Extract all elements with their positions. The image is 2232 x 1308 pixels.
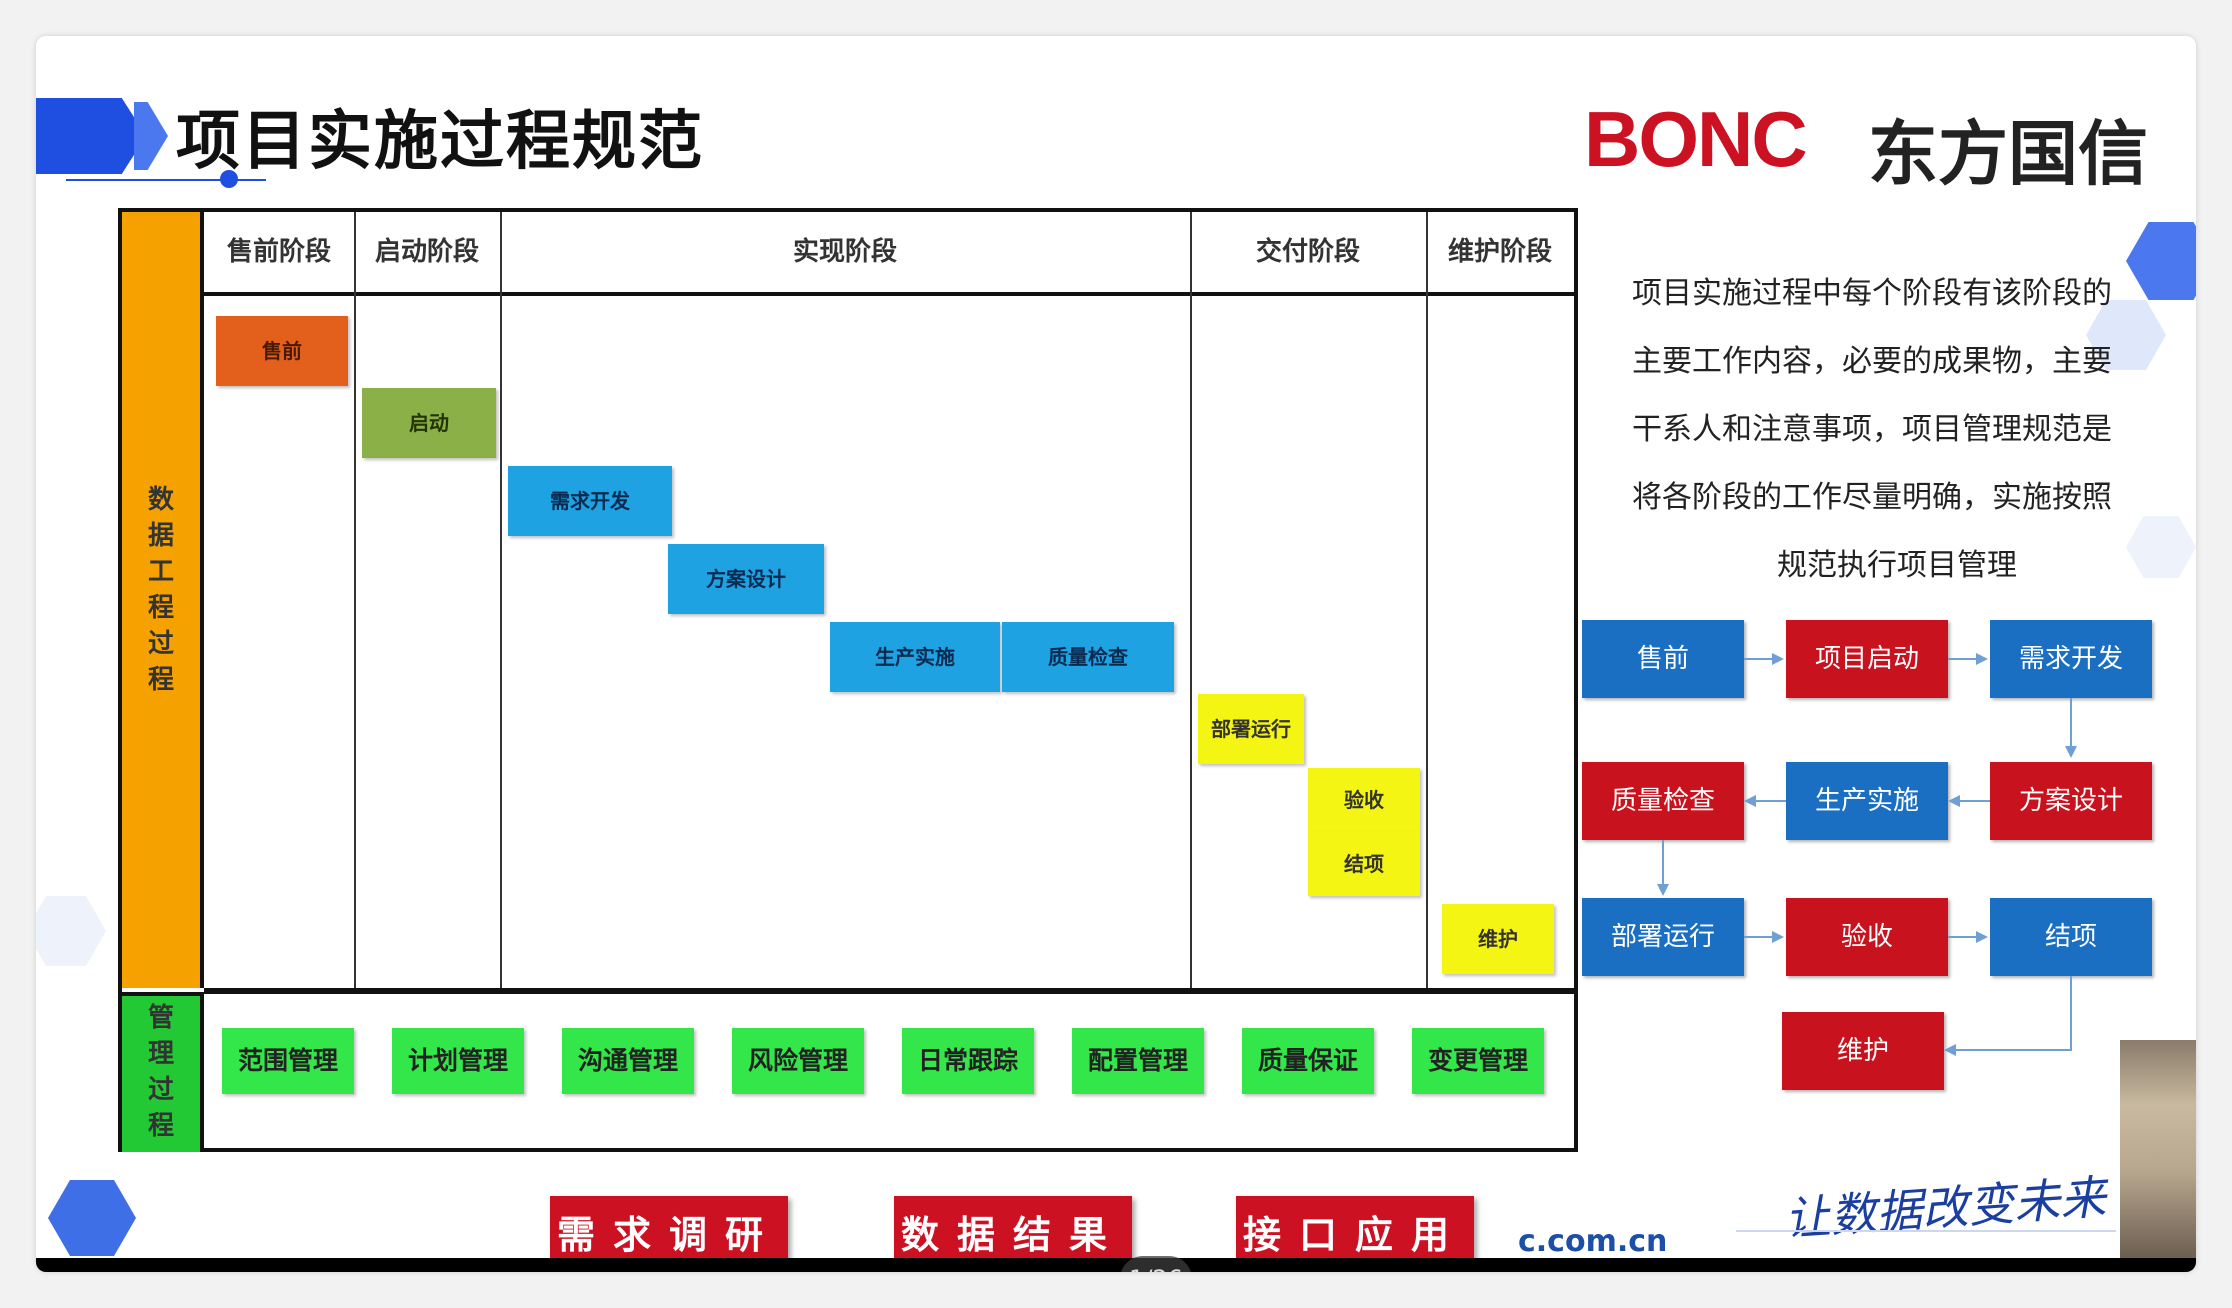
task-solution-design: 方案设计 xyxy=(668,544,824,614)
description-line: 主要工作内容，必要的成果物，主要 xyxy=(1632,344,2112,379)
flow-node-closure: 结项 xyxy=(1990,898,2152,976)
management-item: 计划管理 xyxy=(392,1028,524,1094)
description-text: 项目实施过程中每个阶段有该阶段的 主要工作内容，必要的成果物，主要 干系人和注意… xyxy=(1632,260,2162,600)
phase-header: 售前阶段 xyxy=(226,237,331,267)
arrow-head-icon xyxy=(1976,653,1988,665)
phase-header: 实现阶段 xyxy=(792,237,897,267)
description-line: 规范执行项目管理 xyxy=(1777,548,2017,583)
hexagon-decoration xyxy=(36,896,106,966)
title-arrow-accent-icon xyxy=(134,102,168,170)
slide-frame: 项目实施过程规范 BONC 东方国信 数据工程过程 管理过程 售前阶段 启动阶段… xyxy=(36,36,2196,1272)
phase-header: 维护阶段 xyxy=(1447,237,1552,267)
arrow-head-icon xyxy=(1944,1044,1956,1056)
arrow-head-icon xyxy=(1772,653,1784,665)
arrow-head-icon xyxy=(1772,931,1784,943)
side-label-data-process: 数据工程过程 xyxy=(122,212,204,988)
flow-node-presales: 售前 xyxy=(1582,620,1744,698)
arrow-head-icon xyxy=(1948,795,1960,807)
brand-name: 东方国信 xyxy=(1868,113,2148,195)
task-presales: 售前 xyxy=(216,316,348,386)
flow-node-kickoff: 项目启动 xyxy=(1786,620,1948,698)
flow-arrow xyxy=(2070,976,2072,1050)
task-maintenance: 维护 xyxy=(1442,904,1554,974)
management-item: 范围管理 xyxy=(222,1028,354,1094)
flow-arrow xyxy=(1662,840,1664,890)
description-line: 干系人和注意事项，项目管理规范是 xyxy=(1632,412,2112,447)
task-requirements: 需求开发 xyxy=(508,466,672,536)
management-separator xyxy=(204,988,1574,994)
process-table: 数据工程过程 管理过程 售前阶段 启动阶段 实现阶段 交付阶段 维护阶段 售前 … xyxy=(118,208,1578,1152)
column-divider xyxy=(354,212,356,988)
phase-header-row: 售前阶段 启动阶段 实现阶段 交付阶段 维护阶段 xyxy=(204,212,1574,296)
arrow-head-icon xyxy=(1744,795,1756,807)
page-title: 项目实施过程规范 xyxy=(176,105,704,179)
hexagon-decoration xyxy=(48,1180,136,1256)
task-production: 生产实施 xyxy=(830,622,1000,692)
flow-node-requirements: 需求开发 xyxy=(1990,620,2152,698)
column-divider xyxy=(500,212,502,988)
brand-logo: BONC xyxy=(1584,95,1808,183)
task-acceptance: 验收 xyxy=(1308,768,1420,832)
phase-header: 启动阶段 xyxy=(374,237,479,267)
description-line: 项目实施过程中每个阶段有该阶段的 xyxy=(1632,276,2112,311)
player-bottom-bar xyxy=(36,1258,2196,1272)
presenter-video-thumbnail xyxy=(2120,1040,2196,1258)
task-quality-check: 质量检查 xyxy=(1002,622,1174,692)
flow-node-maintenance: 维护 xyxy=(1782,1012,1944,1090)
flow-node-deployment: 部署运行 xyxy=(1582,898,1744,976)
phase-header: 交付阶段 xyxy=(1255,237,1360,267)
task-deployment: 部署运行 xyxy=(1198,694,1304,764)
management-item: 日常跟踪 xyxy=(902,1028,1034,1094)
arrow-head-icon xyxy=(1976,931,1988,943)
task-closure: 结项 xyxy=(1308,832,1420,896)
management-item: 配置管理 xyxy=(1072,1028,1204,1094)
column-divider xyxy=(1190,212,1192,988)
flow-node-acceptance: 验收 xyxy=(1786,898,1948,976)
side-label-management-process: 管理过程 xyxy=(122,992,204,1152)
flow-node-solution-design: 方案设计 xyxy=(1990,762,2152,840)
flow-node-production: 生产实施 xyxy=(1786,762,1948,840)
side-label-text: 数据工程过程 xyxy=(147,485,174,695)
task-kickoff: 启动 xyxy=(362,388,496,458)
description-line: 将各阶段的工作尽量明确，实施按照 xyxy=(1632,480,2112,515)
arrow-head-icon xyxy=(1657,884,1669,896)
flow-node-quality-check: 质量检查 xyxy=(1582,762,1744,840)
arrow-head-icon xyxy=(2065,746,2077,758)
website-url: c.com.cn xyxy=(1518,1224,1668,1259)
title-arrow-icon xyxy=(36,98,146,174)
management-item: 风险管理 xyxy=(732,1028,864,1094)
slogan: 让数据改变未来 xyxy=(1782,1169,2108,1247)
side-label-text: 管理过程 xyxy=(147,1003,174,1141)
column-divider xyxy=(1426,212,1428,988)
management-item: 变更管理 xyxy=(1412,1028,1544,1094)
flow-arrow xyxy=(1950,1049,2072,1051)
management-item: 沟通管理 xyxy=(562,1028,694,1094)
management-item: 质量保证 xyxy=(1242,1028,1374,1094)
